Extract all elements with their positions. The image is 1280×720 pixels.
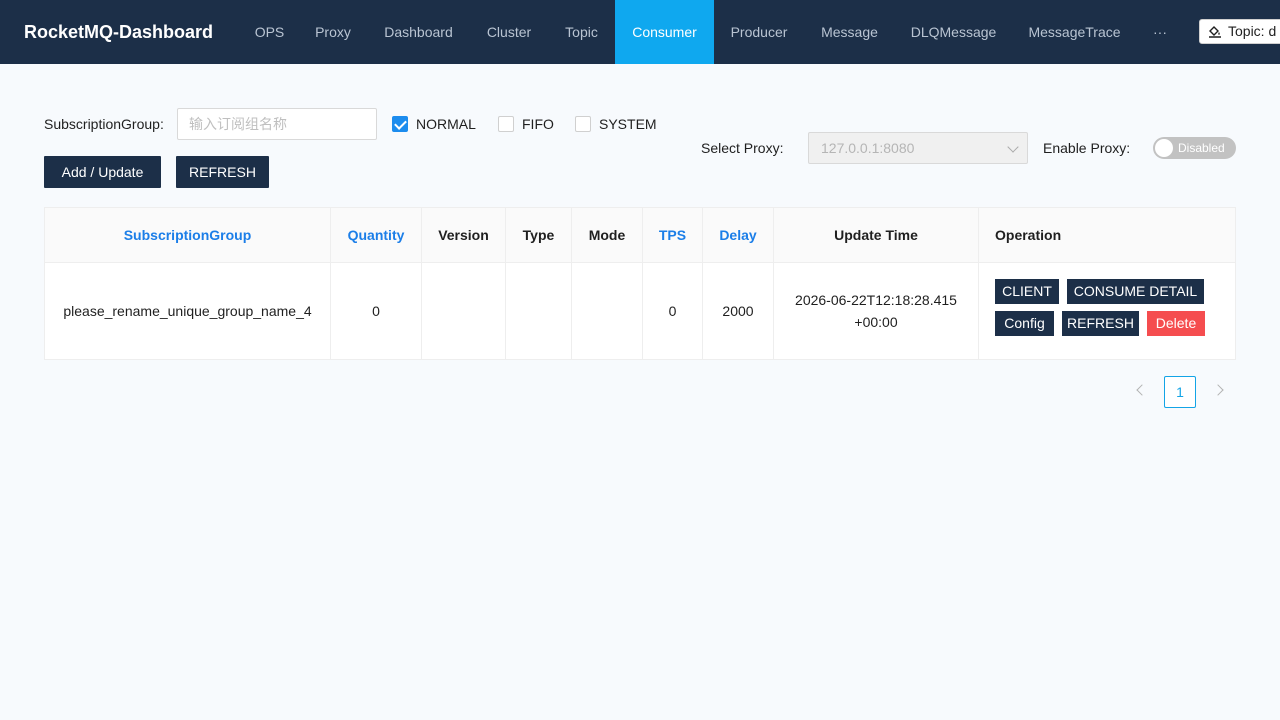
config-button[interactable]: Config xyxy=(995,311,1054,336)
fifo-checkbox[interactable] xyxy=(498,116,514,132)
column-header-mode: Mode xyxy=(572,208,643,263)
topic-selector-label: Topic: d xyxy=(1228,23,1277,39)
consumer-table: SubscriptionGroup Quantity Version Type … xyxy=(44,207,1236,360)
nav-more-icon[interactable]: ··· xyxy=(1137,0,1183,64)
column-header-quantity[interactable]: Quantity xyxy=(331,208,422,263)
column-header-delay[interactable]: Delay xyxy=(703,208,774,263)
enable-proxy-label: Enable Proxy: xyxy=(1043,140,1131,156)
column-header-operation: Operation xyxy=(979,208,1235,263)
nav-item-dlqmessage[interactable]: DLQMessage xyxy=(895,0,1012,64)
nav-item-producer[interactable]: Producer xyxy=(714,0,804,64)
next-page-icon[interactable] xyxy=(1212,384,1224,396)
column-header-subscription-group[interactable]: SubscriptionGroup xyxy=(45,208,331,263)
nav-item-cluster[interactable]: Cluster xyxy=(470,0,548,64)
nav-item-messagetrace[interactable]: MessageTrace xyxy=(1012,0,1137,64)
page-1-button[interactable]: 1 xyxy=(1164,376,1196,408)
proxy-select-value: 127.0.0.1:8080 xyxy=(821,140,915,156)
top-nav: RocketMQ-Dashboard OPS Proxy Dashboard C… xyxy=(0,0,1280,64)
client-button[interactable]: CLIENT xyxy=(995,279,1059,304)
column-header-update-time: Update Time xyxy=(774,208,979,263)
cell-type xyxy=(506,263,572,359)
nav-item-consumer[interactable]: Consumer xyxy=(615,0,714,64)
fifo-checkbox-label[interactable]: FIFO xyxy=(522,116,554,132)
system-checkbox[interactable] xyxy=(575,116,591,132)
column-header-version: Version xyxy=(422,208,506,263)
column-header-tps[interactable]: TPS xyxy=(643,208,703,263)
cell-subscription-group: please_rename_unique_group_name_4 xyxy=(45,263,331,359)
nav-item-dashboard[interactable]: Dashboard xyxy=(367,0,470,64)
paint-bucket-icon xyxy=(1209,26,1221,38)
row-refresh-button[interactable]: REFRESH xyxy=(1062,311,1139,336)
subscription-group-label: SubscriptionGroup: xyxy=(44,116,164,132)
cell-version xyxy=(422,263,506,359)
subscription-group-input[interactable] xyxy=(177,108,377,140)
nav-item-proxy[interactable]: Proxy xyxy=(299,0,367,64)
normal-checkbox[interactable] xyxy=(392,116,408,132)
nav-item-ops[interactable]: OPS xyxy=(240,0,299,64)
refresh-button[interactable]: REFRESH xyxy=(176,156,269,188)
cell-tps: 0 xyxy=(643,263,703,359)
consume-detail-button[interactable]: CONSUME DETAIL xyxy=(1067,279,1204,304)
cell-delay: 2000 xyxy=(703,263,774,359)
prev-page-icon[interactable] xyxy=(1136,384,1148,396)
cell-update-time: 2026-06-22T12:18:28.415+00:00 xyxy=(774,263,979,359)
brand-title[interactable]: RocketMQ-Dashboard xyxy=(24,0,213,64)
nav-item-topic[interactable]: Topic xyxy=(548,0,615,64)
add-update-button[interactable]: Add / Update xyxy=(44,156,161,188)
cell-mode xyxy=(572,263,643,359)
enable-proxy-toggle[interactable]: Disabled xyxy=(1153,137,1236,159)
cell-operation: CLIENT CONSUME DETAIL Config REFRESH Del… xyxy=(979,263,1235,359)
system-checkbox-label[interactable]: SYSTEM xyxy=(599,116,657,132)
chevron-down-icon xyxy=(1007,141,1019,153)
select-proxy-label: Select Proxy: xyxy=(701,140,784,156)
toggle-knob xyxy=(1155,139,1173,157)
delete-button[interactable]: Delete xyxy=(1147,311,1205,336)
cell-quantity: 0 xyxy=(331,263,422,359)
toggle-state-text: Disabled xyxy=(1178,141,1225,155)
nav-item-message[interactable]: Message xyxy=(804,0,895,64)
normal-checkbox-label[interactable]: NORMAL xyxy=(416,116,476,132)
proxy-select[interactable]: 127.0.0.1:8080 xyxy=(808,132,1028,164)
topic-selector[interactable]: Topic: d xyxy=(1199,19,1280,44)
column-header-type: Type xyxy=(506,208,572,263)
